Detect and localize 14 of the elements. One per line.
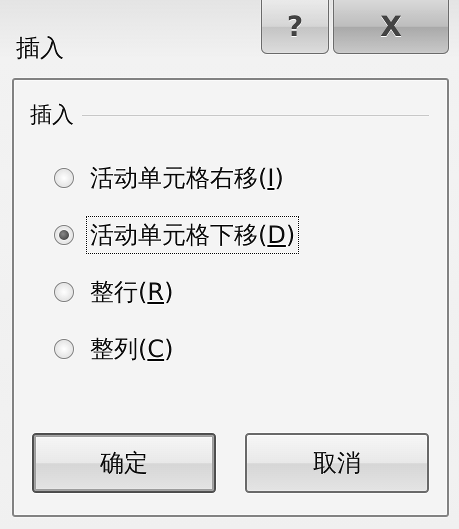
help-button[interactable]: ? (261, 0, 329, 54)
close-button[interactable]: X (333, 0, 449, 54)
radio-button[interactable] (54, 168, 74, 188)
radio-button[interactable] (54, 282, 74, 302)
option-label[interactable]: 活动单元格下移(D) (86, 216, 300, 254)
radio-button[interactable] (54, 225, 74, 245)
window-title: 插入 (16, 33, 64, 64)
cancel-button[interactable]: 取消 (245, 433, 429, 493)
group-title: 插入 (30, 102, 74, 130)
radio-button[interactable] (54, 339, 74, 359)
option-label[interactable]: 活动单元格右移(I) (86, 159, 288, 197)
option-label[interactable]: 整列(C) (86, 330, 178, 368)
ok-button[interactable]: 确定 (32, 433, 216, 493)
option-label[interactable]: 整行(R) (86, 273, 178, 311)
